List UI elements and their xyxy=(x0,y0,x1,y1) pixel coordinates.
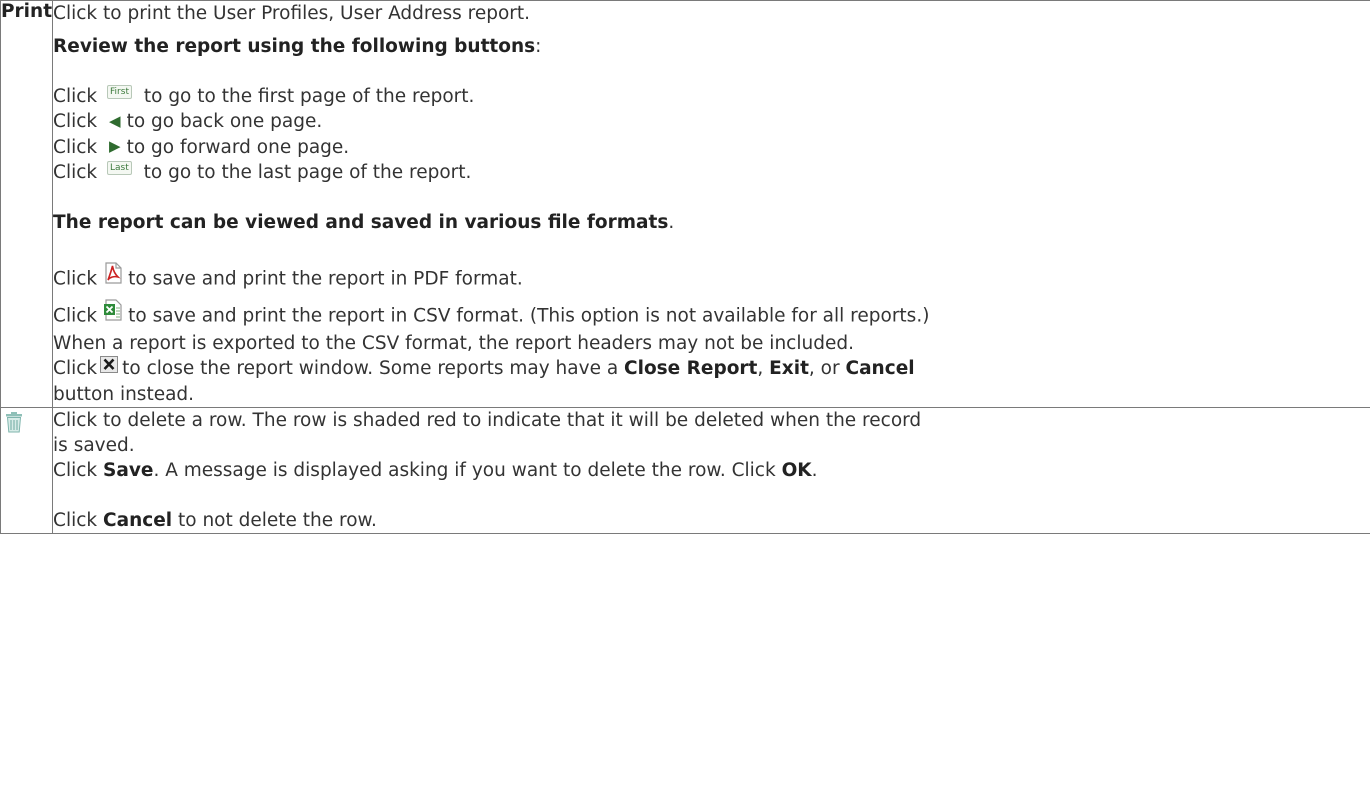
print-label-cell: Print xyxy=(0,0,54,408)
help-table: Print Click to print the User Profiles, … xyxy=(0,0,1370,534)
pdf-icon[interactable] xyxy=(103,262,123,291)
delete-icon-cell xyxy=(0,406,54,534)
back-arrow-icon[interactable]: ◀ xyxy=(109,109,121,134)
delete-cancel-line: Click Cancel to not delete the row. xyxy=(53,509,377,531)
delete-row: Click to delete a row. The row is shaded… xyxy=(0,406,1370,534)
nav-forward-line: Click ▶ to go forward one page. xyxy=(53,135,1370,161)
forward-arrow-icon[interactable]: ▶ xyxy=(109,134,121,159)
delete-line-1: Click to delete a row. The row is shaded… xyxy=(53,409,922,431)
print-intro: Click to print the User Profiles, User A… xyxy=(53,3,531,24)
first-button-icon[interactable]: First xyxy=(107,85,132,99)
review-heading: Review the report using the following bu… xyxy=(53,36,542,57)
csv-note: When a report is exported to the CSV for… xyxy=(53,333,854,354)
delete-save-line: Click Save. A message is displayed askin… xyxy=(53,459,818,481)
nav-back-line: Click ◀ to go back one page. xyxy=(53,109,1370,135)
csv-line: Click to save and print the report in CSV… xyxy=(53,299,1370,331)
last-button-icon[interactable]: Last xyxy=(107,161,132,175)
nav-first-line: Click First to go to the first page of t… xyxy=(53,85,475,107)
close-line: Click to close the report window. Some re… xyxy=(53,355,1370,382)
close-report-icon[interactable] xyxy=(100,355,119,380)
csv-excel-icon[interactable] xyxy=(103,299,123,328)
trash-icon[interactable] xyxy=(5,411,23,438)
print-content-cell: Click to print the User Profiles, User A… xyxy=(52,0,1370,408)
print-label: Print xyxy=(1,1,53,22)
formats-heading: The report can be viewed and saved in va… xyxy=(53,212,675,233)
delete-line-2: is saved. xyxy=(53,434,135,456)
delete-content-cell: Click to delete a row. The row is shaded… xyxy=(52,406,1370,534)
nav-last-line: Click Last to go to the last page of the… xyxy=(53,161,472,183)
print-row: Print Click to print the User Profiles, … xyxy=(0,0,1370,408)
pdf-line: Click to save and print the report in PDF… xyxy=(53,262,1370,294)
close-line-2: button instead. xyxy=(53,383,195,405)
